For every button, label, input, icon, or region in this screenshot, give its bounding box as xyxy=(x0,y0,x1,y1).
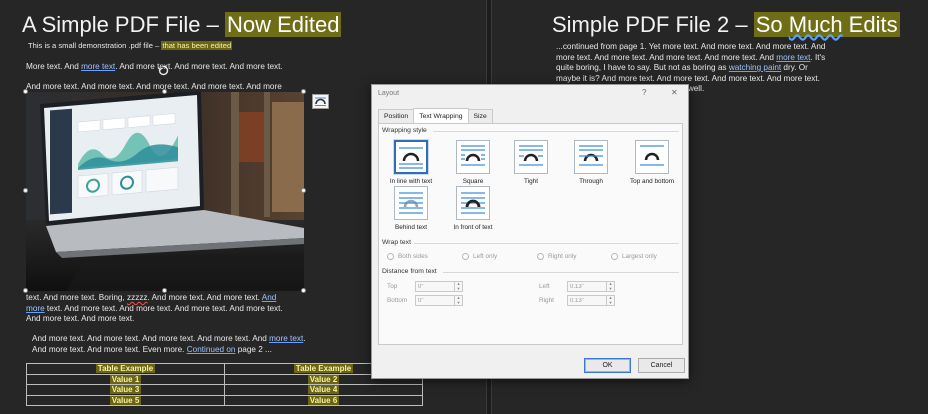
wrap-option-label: Through xyxy=(579,178,603,185)
wrap-option-in-front-of-text[interactable]: In front of text xyxy=(438,186,508,231)
radio-circle xyxy=(537,253,544,260)
wrap-text-label: Wrap text xyxy=(382,239,411,246)
wrap-option-label: In line with text xyxy=(389,178,433,185)
tab-text-wrapping[interactable]: Text Wrapping xyxy=(413,108,469,123)
body-paragraph: And more text. And more text. And more t… xyxy=(32,334,306,354)
help-icon[interactable]: ? xyxy=(642,88,646,97)
distance-left-spinner[interactable]: ▲▼ xyxy=(567,281,615,292)
distance-right-spinner[interactable]: ▲▼ xyxy=(567,295,615,306)
radio-right-only[interactable]: Right only xyxy=(537,253,576,260)
wrap-option-top-and-bottom[interactable]: Top and bottom xyxy=(617,140,687,185)
page-title: A Simple PDF File – Now Edited xyxy=(22,12,342,37)
resize-handle[interactable] xyxy=(301,89,306,94)
wrap-top-bottom-icon xyxy=(635,140,669,174)
tab-position[interactable]: Position xyxy=(378,109,415,123)
distance-top-input[interactable] xyxy=(416,282,454,291)
resize-handle[interactable] xyxy=(23,188,28,193)
wrap-option-label: Behind text xyxy=(395,224,427,231)
tab-panel: Wrapping style In line with text Square … xyxy=(378,123,683,345)
radio-label: Right only xyxy=(548,253,577,260)
spinner-arrows-icon[interactable]: ▲ ▼ xyxy=(454,281,462,291)
data-table: Table Example Table Example Value 1 Value … xyxy=(26,363,423,406)
resize-handle[interactable] xyxy=(162,89,167,94)
radio-circle xyxy=(462,253,469,260)
distance-left-row: Left ▲▼ xyxy=(539,281,615,292)
distance-bottom-spinner[interactable]: ▲▼ xyxy=(415,295,463,306)
spinner-arrows-icon[interactable]: ▲ ▼ xyxy=(454,295,462,305)
wrap-front-icon xyxy=(456,186,490,220)
divider xyxy=(414,243,679,244)
divider xyxy=(443,272,679,273)
radio-left-only[interactable]: Left only xyxy=(462,253,497,260)
table-row: Value 5 Value 6 xyxy=(26,394,423,406)
ok-button[interactable]: OK xyxy=(584,358,631,373)
field-label: Bottom xyxy=(387,297,408,304)
wrap-option-behind-text[interactable]: Behind text xyxy=(376,186,446,231)
close-icon[interactable]: ✕ xyxy=(671,88,678,97)
radio-circle xyxy=(611,253,618,260)
table-cell: Value 6 xyxy=(224,394,423,406)
body-paragraph: text. And more text. Boring, zzzzz. And … xyxy=(26,293,283,323)
text-line: More text. And more text. And more text.… xyxy=(26,62,283,71)
wrap-option-label: Top and bottom xyxy=(629,178,675,185)
table-cell: Value 5 xyxy=(26,394,225,406)
distance-top-spinner[interactable]: ▲▼ xyxy=(415,281,463,292)
tab-size[interactable]: Size xyxy=(467,109,493,123)
text-line: And more text. And more text. And more t… xyxy=(26,82,282,91)
table-cell: Value 1 xyxy=(26,373,225,385)
spinner-arrows-icon[interactable]: ▲ ▼ xyxy=(606,281,614,291)
layout-options-icon[interactable] xyxy=(312,94,329,109)
table-row: Value 3 Value 4 xyxy=(26,384,423,396)
wrap-option-through[interactable]: Through xyxy=(556,140,626,185)
resize-handle[interactable] xyxy=(301,288,306,293)
wrap-square-icon xyxy=(456,140,490,174)
dialog-title: Layout xyxy=(378,90,400,97)
distance-label: Distance from text xyxy=(382,268,437,275)
distance-left-input[interactable] xyxy=(568,282,606,291)
table-cell: Table Example xyxy=(26,363,225,375)
subtitle: This is a small demonstration .pdf file … xyxy=(28,41,233,50)
wrap-inline-icon xyxy=(394,140,428,174)
distance-right-input[interactable] xyxy=(568,296,606,305)
radio-label: Both sides xyxy=(398,253,428,260)
divider xyxy=(433,131,679,132)
wrap-tight-icon xyxy=(514,140,548,174)
distance-bottom-input[interactable] xyxy=(416,296,454,305)
page-title: Simple PDF File 2 – So Much Edits xyxy=(552,12,900,37)
field-label: Top xyxy=(387,283,398,290)
resize-handle[interactable] xyxy=(23,89,28,94)
laptop-image[interactable] xyxy=(26,92,304,291)
spinner-arrows-icon[interactable]: ▲ ▼ xyxy=(606,295,614,305)
radio-label: Left only xyxy=(473,253,498,260)
table-cell: Value 4 xyxy=(224,384,423,396)
distance-top-row: Top ▲▼ xyxy=(387,281,463,292)
radio-label: Largest only xyxy=(622,253,657,260)
tab-bar: Position Text Wrapping Size xyxy=(378,108,493,123)
wrapping-style-label: Wrapping style xyxy=(382,127,427,134)
table-row: Table Example Table Example xyxy=(26,363,423,375)
resize-handle[interactable] xyxy=(301,188,306,193)
radio-circle xyxy=(387,253,394,260)
distance-right-row: Right ▲▼ xyxy=(539,295,615,306)
wrap-behind-icon xyxy=(394,186,428,220)
radio-largest-only[interactable]: Largest only xyxy=(611,253,657,260)
table-row: Value 1 Value 2 xyxy=(26,373,423,385)
field-label: Left xyxy=(539,283,550,290)
wrap-option-label: In front of text xyxy=(453,224,493,231)
field-label: Right xyxy=(539,297,554,304)
radio-both-sides[interactable]: Both sides xyxy=(387,253,428,260)
rotate-handle-icon[interactable] xyxy=(157,63,169,76)
wrap-option-inline[interactable]: In line with text xyxy=(376,140,446,185)
layout-dialog: Layout ? ✕ Position Text Wrapping Size W… xyxy=(371,84,689,379)
wrap-through-icon xyxy=(574,140,608,174)
cancel-button[interactable]: Cancel xyxy=(638,358,685,373)
distance-bottom-row: Bottom ▲▼ xyxy=(387,295,463,306)
table-cell: Value 3 xyxy=(26,384,225,396)
